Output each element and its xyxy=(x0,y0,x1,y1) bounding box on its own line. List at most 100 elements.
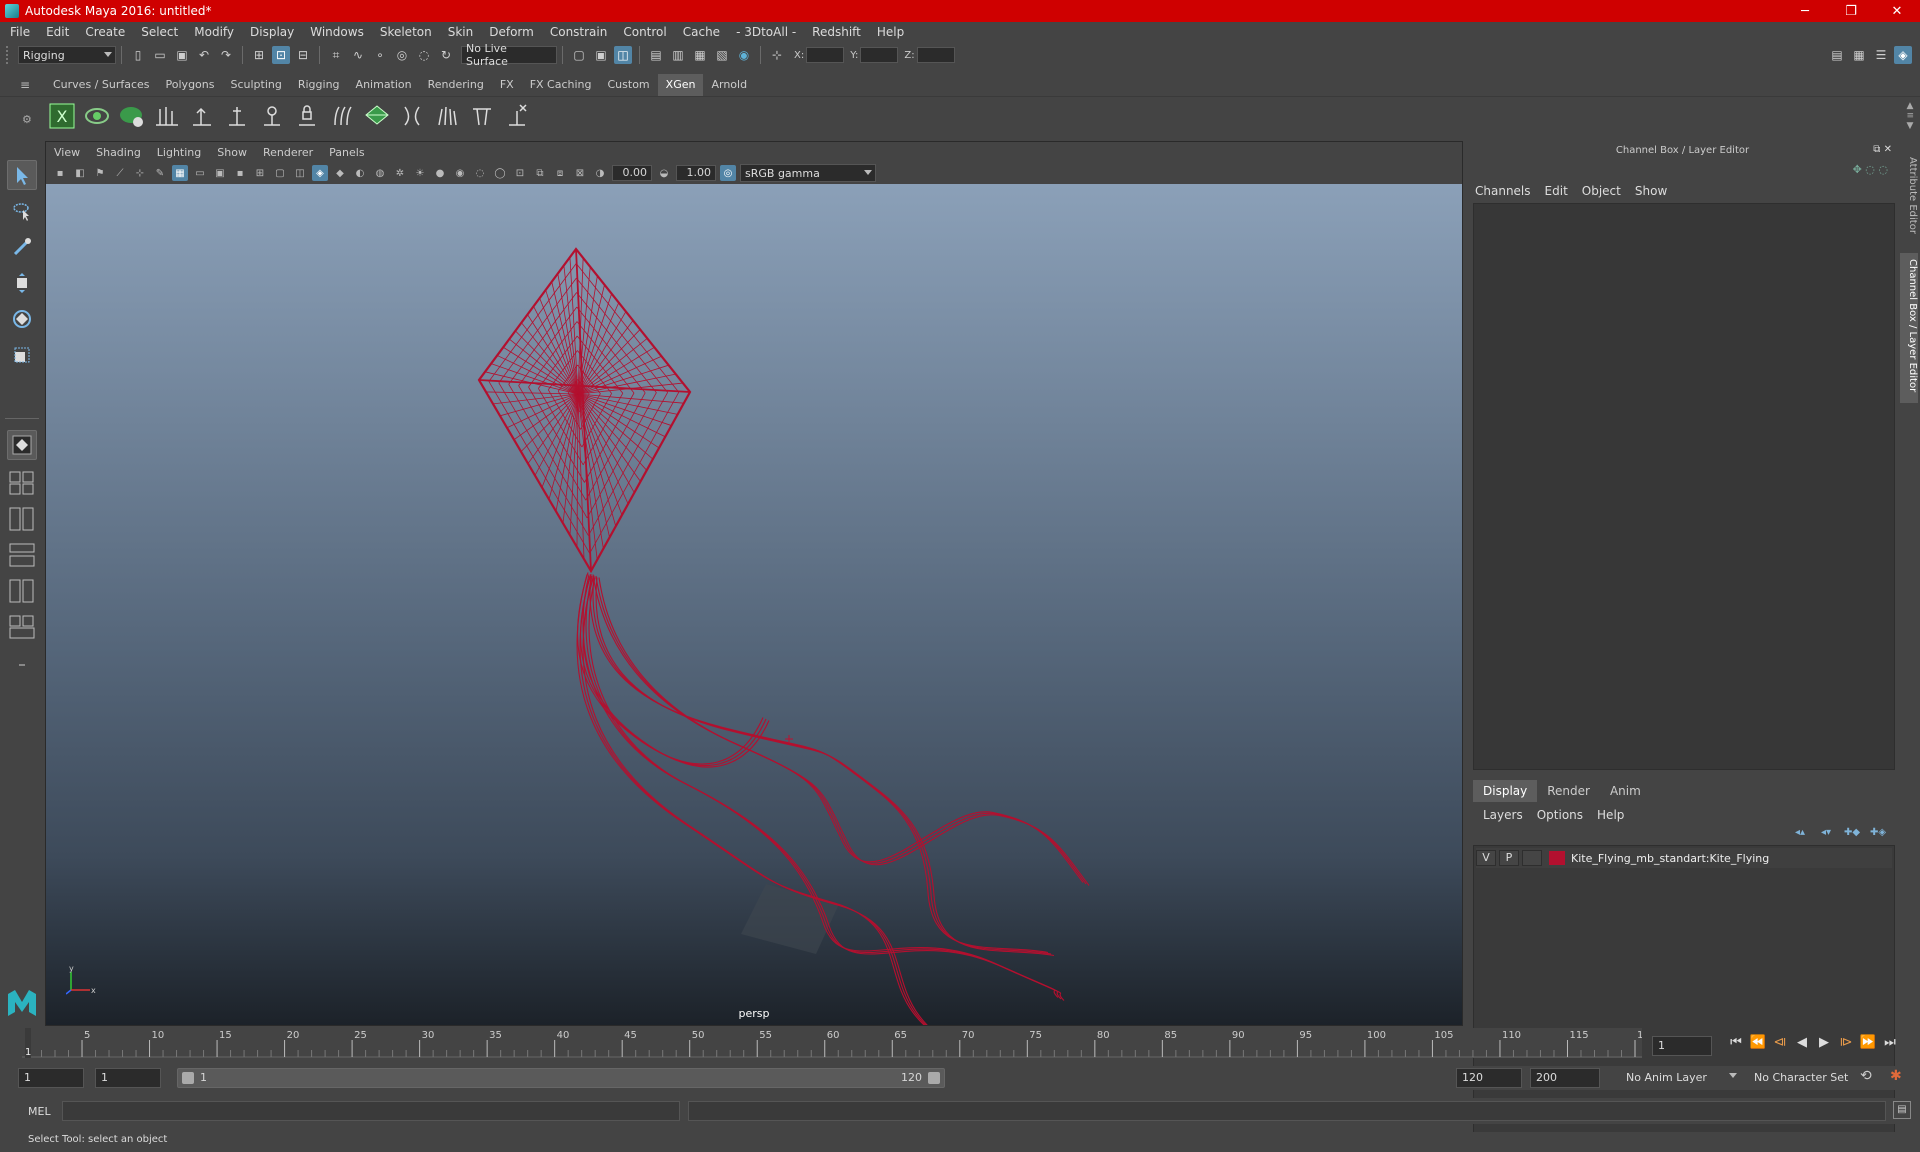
shelf-tab-custom[interactable]: Custom xyxy=(600,74,658,96)
new-layer-from-selected-icon[interactable]: ✚◈ xyxy=(1868,827,1888,841)
exposure-icon[interactable]: ◑ xyxy=(592,165,608,181)
play-forward-icon[interactable]: ▶ xyxy=(1813,1035,1835,1050)
layer-color-swatch[interactable] xyxy=(1549,851,1565,865)
xgen-sculpt-guides-icon[interactable] xyxy=(188,102,216,130)
gamma-field[interactable]: 1.00 xyxy=(676,165,716,181)
2d-pan-zoom-icon[interactable]: ⊹ xyxy=(132,165,148,181)
close-button[interactable]: ✕ xyxy=(1874,4,1920,19)
wireframe-icon[interactable]: ◈ xyxy=(312,165,328,181)
open-scene-icon[interactable]: ▭ xyxy=(151,46,169,64)
persp-outliner-layout-icon[interactable] xyxy=(7,540,37,570)
xgen-delete-guides-icon[interactable] xyxy=(503,102,531,130)
snap-curve-icon[interactable]: ∿ xyxy=(349,46,367,64)
gate-mask-icon[interactable]: ▪ xyxy=(232,165,248,181)
xgen-select-guides-icon[interactable] xyxy=(433,102,461,130)
3d-viewport[interactable]: yx persp xyxy=(46,184,1462,1025)
move-layer-up-icon[interactable]: ◂▴ xyxy=(1790,827,1810,841)
menu-skin[interactable]: Skin xyxy=(448,25,474,39)
select-tool-icon[interactable] xyxy=(7,160,37,190)
textured-icon[interactable]: ◍ xyxy=(372,165,388,181)
new-layer-icon[interactable]: ✚◆ xyxy=(1842,827,1862,841)
xgen-lock-guides-icon[interactable] xyxy=(293,102,321,130)
safe-action-icon[interactable]: ▢ xyxy=(272,165,288,181)
animation-end-field[interactable]: 200 xyxy=(1530,1068,1600,1088)
menu-deform[interactable]: Deform xyxy=(489,25,534,39)
image-plane-icon[interactable]: ⟋ xyxy=(112,165,128,181)
two-pane-layout-icon[interactable] xyxy=(7,504,37,534)
multisample-aa-icon[interactable]: ◌ xyxy=(472,165,488,181)
layer-display-type-toggle[interactable] xyxy=(1522,850,1542,866)
shelf-scroll-icon[interactable]: ▲ ≡ ▼ xyxy=(1906,101,1914,131)
range-start-handle[interactable] xyxy=(182,1072,194,1084)
menuset-dropdown[interactable]: Rigging xyxy=(18,46,116,64)
x-coordinate-field[interactable] xyxy=(806,47,845,63)
script-editor-icon[interactable]: ▤ xyxy=(1893,1101,1911,1119)
menu-help[interactable]: Help xyxy=(877,25,904,39)
layer-tab-display[interactable]: Display xyxy=(1473,780,1538,802)
minimize-button[interactable]: ─ xyxy=(1782,4,1828,19)
single-pane-layout-icon[interactable] xyxy=(7,430,37,460)
four-pane-layout-icon[interactable] xyxy=(7,468,37,498)
color-space-dropdown[interactable]: sRGB gamma xyxy=(740,164,876,182)
channel-box-toggle-icon[interactable]: ◈ xyxy=(1894,46,1912,64)
live-surface-field[interactable]: No Live Surface xyxy=(461,42,557,68)
grease-pencil-icon[interactable]: ✎ xyxy=(152,165,168,181)
shelf-tab-arnold[interactable]: Arnold xyxy=(703,74,755,96)
channel-menu-object[interactable]: Object xyxy=(1582,184,1621,198)
panel-gizmo-icon[interactable]: ✥ ◌ ◌ xyxy=(1853,163,1888,176)
menu-control[interactable]: Control xyxy=(623,25,666,39)
go-to-end-icon[interactable]: ⏭ xyxy=(1879,1035,1901,1050)
go-to-start-icon[interactable]: ⏮ xyxy=(1725,1035,1747,1050)
paint-select-tool-icon[interactable] xyxy=(7,232,37,262)
auto-key-icon[interactable]: ⟲ xyxy=(1860,1068,1872,1084)
camera-attributes-icon[interactable]: ◧ xyxy=(72,165,88,181)
anim-layer-dropdown[interactable]: No Anim Layer xyxy=(1622,1068,1740,1086)
select-component-icon[interactable]: ⊟ xyxy=(294,46,312,64)
menu-select[interactable]: Select xyxy=(141,25,178,39)
channel-menu-show[interactable]: Show xyxy=(1635,184,1667,198)
z-coordinate-field[interactable] xyxy=(916,47,955,63)
gamma-icon[interactable]: ◒ xyxy=(656,165,672,181)
shelf-tab-fx-caching[interactable]: FX Caching xyxy=(522,74,600,96)
character-set-dropdown[interactable]: No Character Set xyxy=(1750,1068,1870,1086)
toolbox-collapse-icon[interactable] xyxy=(7,650,37,680)
menu-cache[interactable]: Cache xyxy=(683,25,720,39)
xgen-preview-icon[interactable] xyxy=(83,102,111,130)
side-tab-channel-box[interactable]: Channel Box / Layer Editor xyxy=(1900,253,1918,403)
new-scene-icon[interactable]: ▯ xyxy=(129,46,147,64)
viewport-menu-panels[interactable]: Panels xyxy=(329,146,364,159)
shadows-icon[interactable]: ☀ xyxy=(412,165,428,181)
safe-title-icon[interactable]: ◫ xyxy=(292,165,308,181)
layer-visibility-toggle[interactable]: V xyxy=(1476,850,1496,866)
menu-edit[interactable]: Edit xyxy=(46,25,69,39)
shelf-settings-icon[interactable]: ⚙ xyxy=(22,113,32,126)
wireframe-on-shaded-icon[interactable]: ◐ xyxy=(352,165,368,181)
menu-modify[interactable]: Modify xyxy=(194,25,234,39)
menu-3dtoall[interactable]: - 3DtoAll - xyxy=(736,25,796,39)
use-all-lights-icon[interactable]: ✲ xyxy=(392,165,408,181)
channel-box-area[interactable] xyxy=(1473,203,1895,770)
status-line-grip[interactable] xyxy=(6,46,14,64)
channel-menu-channels[interactable]: Channels xyxy=(1475,184,1531,198)
color-management-icon[interactable]: ◎ xyxy=(720,165,736,181)
screen-space-ao-icon[interactable]: ● xyxy=(432,165,448,181)
hypershade-layout-icon[interactable] xyxy=(7,612,37,642)
film-gate-icon[interactable]: ▭ xyxy=(192,165,208,181)
xgen-create-description-icon[interactable] xyxy=(118,102,146,130)
xgen-guides-to-curves-icon[interactable] xyxy=(328,102,356,130)
menu-display[interactable]: Display xyxy=(250,25,294,39)
shelf-tab-sculpting[interactable]: Sculpting xyxy=(222,74,289,96)
render-region-icon[interactable]: ▢ xyxy=(570,46,588,64)
camera-select-icon[interactable]: ▪ xyxy=(52,165,68,181)
menu-file[interactable]: File xyxy=(10,25,30,39)
panel-float-close-icon[interactable]: ⧉ ✕ xyxy=(1873,144,1892,155)
render-globals-icon[interactable]: ▧ xyxy=(713,46,731,64)
select-hierarchy-icon[interactable]: ⊞ xyxy=(250,46,268,64)
motion-blur-icon[interactable]: ◉ xyxy=(452,165,468,181)
lasso-tool-icon[interactable] xyxy=(7,196,37,226)
layer-playback-toggle[interactable]: P xyxy=(1499,850,1519,866)
select-object-icon[interactable]: ⊡ xyxy=(272,46,290,64)
ipr-render-icon[interactable]: ◫ xyxy=(614,46,632,64)
snap-grid-icon[interactable]: ⌗ xyxy=(327,46,345,64)
layer-tab-render[interactable]: Render xyxy=(1537,780,1600,802)
